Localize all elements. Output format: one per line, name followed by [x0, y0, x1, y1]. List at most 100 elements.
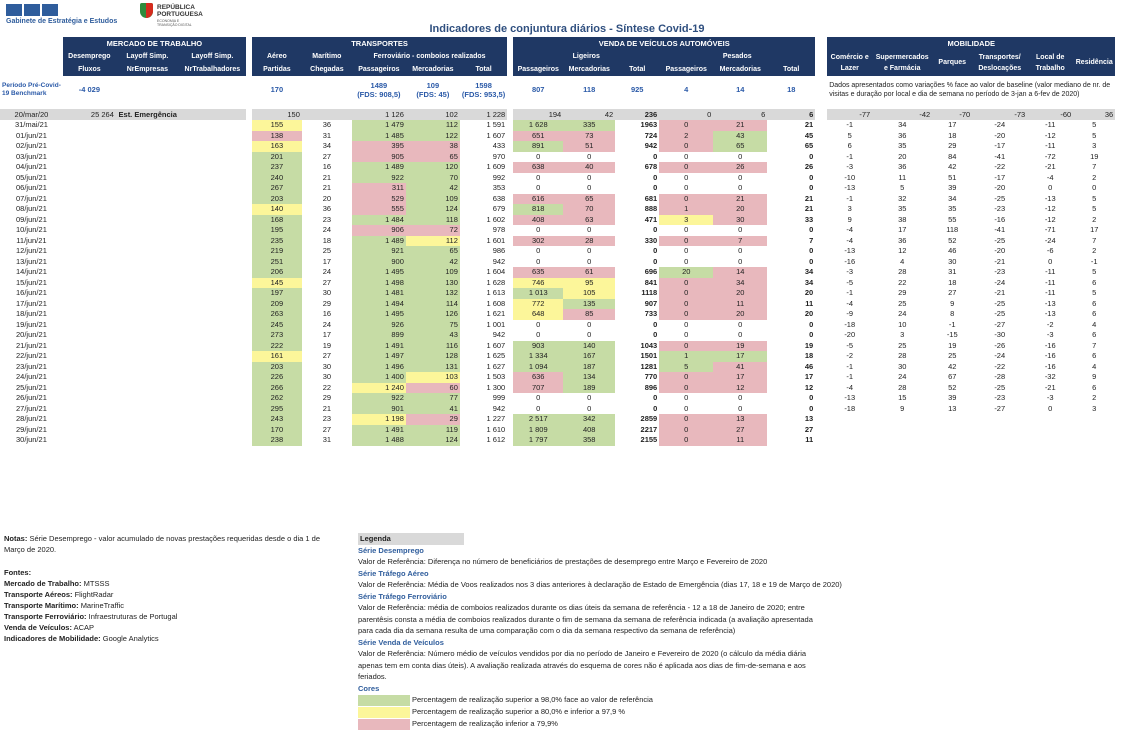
col-pes-mercadorias: Mercadorias [713, 63, 768, 76]
col-lig-mercadorias: Mercadorias [563, 63, 616, 76]
date-cell: 04/jun/21 [16, 162, 47, 172]
value-cell: 0 [653, 246, 658, 256]
notes-section: Notas: Série Desemprego - valor acumulad… [4, 533, 334, 644]
value-cell: -11 [1045, 120, 1056, 130]
value-cell: -25 [994, 309, 1006, 319]
value-cell: 907 [644, 298, 658, 308]
value-cell: 27 [713, 424, 768, 435]
table-row: 09/jun/21 168 23 1 484 118 1 602 408 63 471 3 30 33… [0, 214, 1115, 225]
value-cell: -16 [1044, 351, 1056, 361]
value-cell [116, 194, 179, 205]
table-row: 11/jun/21 235 18 1 489 112 1 601 302 28 330 0 7 7 -4… [0, 235, 1115, 246]
value-cell: 471 [644, 214, 658, 224]
value-cell [179, 309, 246, 320]
date-cell: 19/jun/21 [16, 319, 47, 329]
value-cell: 638 [513, 162, 564, 173]
subgroup-header-row: Desemprego Layoff Simp. Layoff Simp. Aér… [0, 50, 1116, 76]
value-cell: 203 [251, 193, 302, 204]
value-cell: 19 [322, 340, 332, 350]
value-cell: 134 [563, 372, 616, 383]
value-cell [63, 341, 116, 352]
value-cell: 0 [536, 183, 541, 193]
benchmark-lig-pass: 807 [531, 85, 545, 94]
value-cell: 0 [653, 183, 658, 193]
table-row: 20/jun/21 273 17 899 43 942 0 0 0 0 0 0 -20 3 -15 -30 -3… [0, 330, 1115, 341]
value-cell: 1 602 [486, 214, 506, 224]
value-cell [1073, 425, 1115, 436]
value-cell: 43 [713, 130, 768, 141]
value-cell: 65 [804, 141, 814, 151]
value-cell: 0 [536, 151, 541, 161]
value-cell: 31 [322, 130, 332, 140]
value-cell [63, 246, 116, 257]
date-cell: 14/jun/21 [16, 267, 47, 277]
value-cell [827, 414, 872, 425]
col-ferro-total: Total [459, 63, 508, 76]
value-cell: 3 [1092, 141, 1097, 151]
value-cell: 1 489 [351, 162, 406, 173]
value-cell: 126 [405, 309, 460, 320]
value-cell: 0 [653, 393, 658, 403]
value-cell: 46 [804, 361, 814, 371]
value-cell: -4 [846, 225, 854, 235]
date-cell: 21/jun/21 [16, 340, 47, 350]
value-cell: 1 495 [351, 267, 406, 278]
value-cell: 21 [804, 204, 814, 214]
value-cell: 24 [322, 267, 332, 277]
legend-green: Percentagem de realização superior a 98,… [412, 695, 653, 705]
value-cell [179, 351, 246, 362]
value-cell: 38 [405, 141, 460, 152]
value-cell: 0 [653, 256, 658, 266]
legend-red: Percentagem de realização inferior a 79,… [412, 719, 558, 729]
value-cell: 0 [738, 151, 743, 161]
value-cell: 1 485 [351, 130, 406, 141]
value-cell: 19 [948, 340, 957, 350]
value-cell: 36 [322, 120, 332, 130]
value-cell [116, 152, 179, 163]
ref-cell: -42 [872, 109, 933, 120]
value-cell: 0 [653, 330, 658, 340]
value-cell: 28 [898, 267, 907, 277]
value-cell: -23 [994, 204, 1006, 214]
value-cell: 119 [405, 424, 460, 435]
fonte-value: FlightRadar [74, 590, 114, 599]
value-cell: 195 [251, 225, 302, 236]
value-cell: 896 [644, 382, 658, 392]
ref-cell [301, 109, 352, 120]
value-cell: 342 [563, 414, 616, 425]
value-cell: 1 240 [351, 382, 406, 393]
value-cell: 17 [948, 120, 957, 130]
value-cell: 18 [948, 277, 957, 287]
value-cell [63, 131, 116, 142]
value-cell: 39 [948, 183, 957, 193]
value-cell: 0 [587, 246, 592, 256]
value-cell: 266 [251, 382, 302, 393]
value-cell [179, 204, 246, 215]
table-row: 24/jun/21 226 30 1 400 103 1 503 636 134 770 0 17 1… [0, 372, 1115, 383]
value-cell: 408 [563, 424, 616, 435]
value-cell: 197 [251, 288, 302, 299]
value-cell [63, 330, 116, 341]
value-cell [63, 204, 116, 215]
value-cell: -21 [1044, 162, 1056, 172]
value-cell: -13 [1044, 298, 1056, 308]
value-cell: -1 [846, 151, 854, 161]
value-cell: 36 [898, 162, 907, 172]
value-cell: 0 [587, 172, 592, 182]
value-cell [63, 278, 116, 289]
value-cell: 13 [713, 414, 768, 425]
value-cell: -21 [994, 256, 1006, 266]
value-cell [63, 141, 116, 152]
value-cell: 235 [251, 235, 302, 246]
ref-cell: 1 126 [351, 109, 406, 120]
value-cell: 0 [738, 256, 743, 266]
value-cell: 0 [653, 225, 658, 235]
value-cell [116, 320, 179, 331]
value-cell: 1 621 [486, 309, 506, 319]
value-cell: 772 [513, 298, 564, 309]
value-cell [116, 383, 179, 394]
value-cell: 32 [898, 193, 907, 203]
value-cell: 1 481 [351, 288, 406, 299]
group-header-row: MERCADO DE TRABALHO TRANSPORTES VENDA DE… [0, 37, 1116, 50]
sub-desemprego: Desemprego [62, 50, 116, 63]
